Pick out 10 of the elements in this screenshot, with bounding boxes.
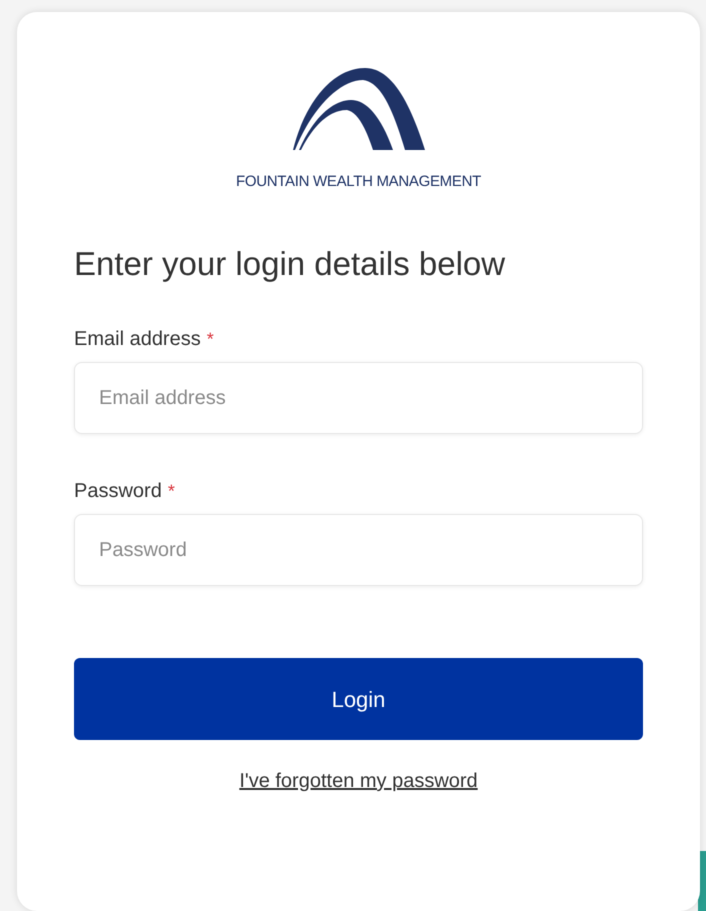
login-button[interactable]: Login (74, 658, 643, 740)
input-field[interactable]: Password (74, 514, 643, 586)
logo-text: FOUNTAIN WEALTH MANAGEMENT (236, 174, 481, 189)
required-mark: * (206, 328, 214, 351)
forgot-password-link[interactable]: I've forgotten my password (239, 768, 478, 794)
field-label: Email address (74, 327, 201, 352)
field-label: Password (74, 479, 162, 504)
page-heading: Enter your login details below (74, 244, 506, 284)
required-mark: * (168, 480, 175, 503)
input-field[interactable]: Email address (74, 362, 643, 434)
